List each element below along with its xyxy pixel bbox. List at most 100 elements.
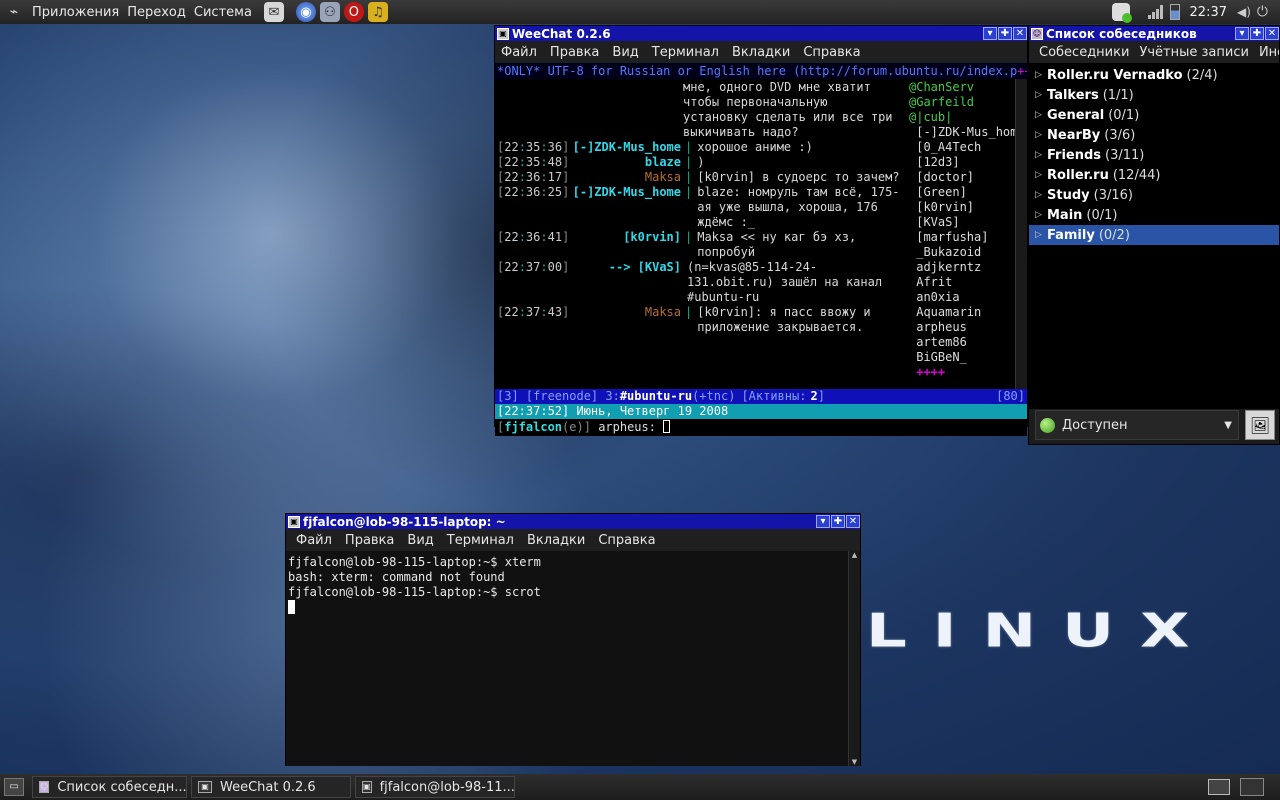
nick-list-item[interactable]: [marfusha] — [909, 230, 1015, 245]
terminal-titlebar[interactable]: ▣ fjfalcon@lob-98-115-laptop: ~ ▾ ✚ ✕ — [286, 514, 860, 529]
buddy-group[interactable]: ▷ Family (0/2) — [1029, 225, 1279, 245]
buddy-group[interactable]: ▷ NearBy (3/6) — [1029, 125, 1279, 145]
signal-strength-icon[interactable] — [1147, 5, 1164, 19]
clock[interactable]: 22:37 — [1190, 5, 1227, 20]
buddy-group[interactable]: ▷ General (0/1) — [1029, 105, 1279, 125]
nick-list-item[interactable]: [doctor] — [909, 170, 1015, 185]
nick-list-item[interactable]: an0xia — [909, 290, 1015, 305]
nick-list-item[interactable]: adjkerntz — [909, 260, 1015, 275]
nick-list-item[interactable]: Afrit — [909, 275, 1015, 290]
expander-icon[interactable]: ▷ — [1035, 190, 1043, 200]
volume-icon[interactable]: ◀) — [1237, 5, 1251, 19]
expander-icon[interactable]: ▷ — [1035, 90, 1043, 100]
menu-terminal[interactable]: Терминал — [652, 45, 719, 60]
expander-icon[interactable]: ▷ — [1035, 170, 1043, 180]
nick-list-item[interactable]: @ChanServ — [909, 80, 1015, 95]
mail-icon[interactable]: ✉ — [263, 2, 284, 22]
network-icon[interactable]: ⚇ — [319, 2, 340, 22]
scroll-down-icon[interactable]: ▼ — [852, 758, 857, 766]
close-icon[interactable]: ✕ — [1265, 27, 1279, 40]
menu-tabs[interactable]: Вкладки — [732, 45, 790, 60]
menu-terminal[interactable]: Терминал — [447, 533, 514, 548]
menu-applications[interactable]: Приложения — [28, 5, 123, 20]
buddy-group[interactable]: ▷ Main (0/1) — [1029, 205, 1279, 225]
nick-list-item[interactable]: ++++ — [909, 365, 1015, 380]
expander-icon[interactable]: ▷ — [1035, 130, 1043, 140]
pidgin-tray-icon[interactable] — [1111, 3, 1132, 23]
browser-icon[interactable]: ◉ — [295, 2, 316, 22]
nick-list-item[interactable]: [KVaS] — [909, 215, 1015, 230]
menu-edit[interactable]: Правка — [550, 45, 599, 60]
system-tray: 22:37 ◀) ⏻ — [1111, 3, 1280, 23]
expander-icon[interactable]: ▷ — [1035, 110, 1043, 120]
buddy-group-name: General — [1047, 107, 1105, 123]
opera-icon[interactable]: O — [343, 2, 364, 22]
buddy-group[interactable]: ▷ Friends (3/11) — [1029, 145, 1279, 165]
menu-tabs[interactable]: Вкладки — [527, 533, 585, 548]
nick-list-item[interactable]: [12d3] — [909, 155, 1015, 170]
close-icon[interactable]: ✕ — [846, 515, 860, 528]
menu-view[interactable]: Вид — [612, 45, 638, 60]
terminal-scrollbar[interactable]: ▲ ▼ — [848, 551, 860, 766]
minimize-icon[interactable]: ▾ — [816, 515, 830, 528]
buddy-group[interactable]: ▷ Study (3/16) — [1029, 185, 1279, 205]
menu-edit[interactable]: Правка — [345, 533, 394, 548]
menu-file[interactable]: Файл — [501, 45, 537, 60]
status-selector[interactable]: Доступен ▼ — [1035, 410, 1239, 440]
workspace-switcher[interactable] — [1240, 778, 1264, 796]
show-desktop-icon[interactable]: ▭ — [4, 778, 24, 796]
chat-nick: blaze — [644, 155, 681, 169]
menu-view[interactable]: Вид — [407, 533, 433, 548]
input-cursor — [663, 420, 671, 433]
workspace-switcher-icon[interactable] — [1208, 779, 1230, 795]
maximize-icon[interactable]: ✚ — [998, 27, 1012, 40]
buddy-group[interactable]: ▷ Roller.ru (12/44) — [1029, 165, 1279, 185]
close-icon[interactable]: ✕ — [1013, 27, 1027, 40]
task-terminal[interactable]: ▣ fjfalcon@lob-98-11... — [355, 776, 515, 798]
nick-list-item[interactable]: Aquamarin — [909, 305, 1015, 320]
expander-icon[interactable]: ▷ — [1035, 230, 1043, 240]
nick-list-item[interactable]: [-]ZDK-Mus_home — [909, 125, 1015, 140]
task-weechat[interactable]: ▣ WeeChat 0.2.6 — [191, 776, 351, 798]
menu-accounts[interactable]: Учётные записи — [1139, 45, 1249, 60]
nick-list-item[interactable]: BiGBeN_ — [909, 350, 1015, 365]
terminal-body[interactable]: fjfalcon@lob-98-115-laptop:~$ xterm bash:… — [286, 551, 860, 766]
nick-list-item[interactable]: [Green] — [909, 185, 1015, 200]
menu-places[interactable]: Переход — [123, 5, 190, 20]
weechat-titlebar[interactable]: ▣ WeeChat 0.2.6 ▾ ✚ ✕ — [495, 26, 1027, 41]
terminal-output[interactable]: fjfalcon@lob-98-115-laptop:~$ xterm bash:… — [286, 551, 848, 766]
menu-help[interactable]: Справка — [803, 45, 860, 60]
buddy-icon-button[interactable]: 🖼 — [1245, 410, 1275, 440]
nick-list-item[interactable]: @|cub| — [909, 110, 1015, 125]
weechat-scrollbar[interactable] — [1015, 79, 1027, 389]
minimize-icon[interactable]: ▾ — [1235, 27, 1249, 40]
input-text[interactable]: arpheus: — [598, 420, 663, 434]
buddy-group[interactable]: ▷ Roller.ru Vernadko (2/4) — [1029, 65, 1279, 85]
menu-file[interactable]: Файл — [296, 533, 332, 548]
buddy-group[interactable]: ▷ Talkers (1/1) — [1029, 85, 1279, 105]
menu-help[interactable]: Справка — [598, 533, 655, 548]
audio-icon[interactable]: ♫ — [367, 2, 388, 22]
menu-system[interactable]: Система — [190, 5, 256, 20]
minimize-icon[interactable]: ▾ — [983, 27, 997, 40]
expander-icon[interactable]: ▷ — [1035, 70, 1043, 80]
nick-list-item[interactable]: [0_A4Tech — [909, 140, 1015, 155]
input-line[interactable]: [fjfalcon(e)] arpheus: — [495, 419, 1027, 436]
nick-list-item[interactable]: arpheus — [909, 320, 1015, 335]
task-buddy-list[interactable]: ☺ Список собеседн... — [32, 776, 187, 798]
maximize-icon[interactable]: ✚ — [831, 515, 845, 528]
menu-buddies[interactable]: Собеседники — [1039, 45, 1129, 60]
battery-icon[interactable] — [1169, 4, 1180, 20]
power-icon[interactable]: ⏻ — [1257, 4, 1268, 20]
expander-icon[interactable]: ▷ — [1035, 150, 1043, 160]
scroll-up-icon[interactable]: ▲ — [852, 551, 857, 559]
nick-list-item[interactable]: [k0rvin] — [909, 200, 1015, 215]
expander-icon[interactable]: ▷ — [1035, 210, 1043, 220]
nick-list-item[interactable]: _Bukazoid — [909, 245, 1015, 260]
buddy-list-titlebar[interactable]: ☺ Список собеседников ▾ ✚ ✕ — [1029, 26, 1279, 41]
nick-list-item[interactable]: @Garfeild — [909, 95, 1015, 110]
nick-list-item[interactable]: artem86 — [909, 335, 1015, 350]
maximize-icon[interactable]: ✚ — [1250, 27, 1264, 40]
gnome-foot-icon[interactable]: ⌁ — [6, 4, 22, 20]
menu-tools[interactable]: Инс — [1259, 45, 1279, 60]
